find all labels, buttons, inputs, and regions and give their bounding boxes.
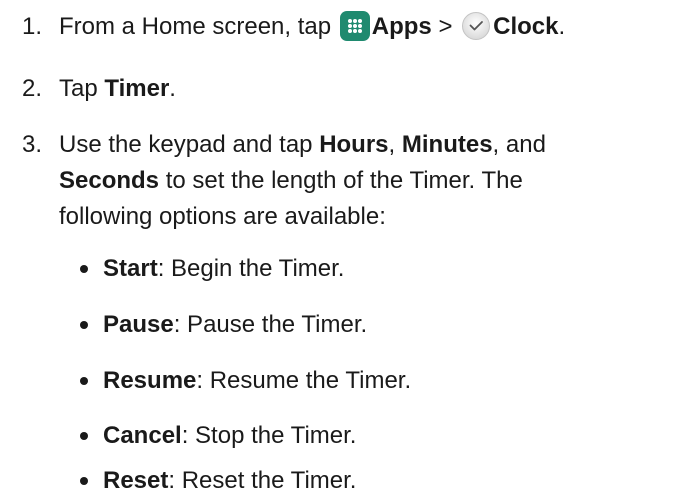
seconds-label: Seconds — [59, 167, 160, 194]
bullet-icon — [80, 321, 88, 329]
step-text: Use the keypad and tap Hours, Minutes, a… — [59, 130, 669, 232]
step-number: 3. — [22, 131, 43, 158]
step-3-line-1-text: Use the keypad and tap — [59, 131, 313, 158]
option-description: : Pause the Timer. — [173, 311, 368, 338]
apps-label: Apps — [371, 13, 432, 40]
clock-label: Clock — [493, 13, 559, 40]
option-label: Cancel — [103, 422, 182, 449]
option-label: Pause — [103, 311, 174, 338]
step-2-suffix: . — [169, 75, 176, 102]
option-description: : Resume the Timer. — [196, 367, 412, 394]
option-text: Start: Begin the Timer. — [103, 254, 344, 284]
timer-label: Timer — [104, 75, 170, 102]
option-label: Reset — [103, 467, 169, 494]
option-label: Start — [103, 255, 158, 282]
step-text: From a Home screen, tap Apps > Clock. — [59, 10, 669, 43]
option-text: Reset: Reset the Timer. — [103, 466, 356, 496]
apps-grid-icon — [339, 10, 370, 41]
minutes-label: Minutes — [401, 131, 493, 158]
list-item: Resume: Resume the Timer. — [0, 366, 679, 396]
list-item: Reset: Reset the Timer. — [0, 466, 679, 496]
option-text: Pause: Pause the Timer. — [103, 310, 367, 340]
list-item: Start: Begin the Timer. — [0, 254, 679, 284]
step-1-prefix: From a Home screen, tap — [59, 13, 332, 40]
step-1-suffix: . — [558, 13, 566, 40]
option-label: Resume — [103, 367, 197, 394]
step-number: 2. — [22, 75, 43, 102]
step-3-line-2-text: to set the length of the Timer. The — [165, 167, 523, 194]
option-description: : Begin the Timer. — [157, 255, 345, 282]
bullet-icon — [80, 432, 88, 440]
option-description: : Reset the Timer. — [168, 467, 357, 494]
bullet-icon — [80, 265, 88, 273]
comma-and: , and — [492, 131, 546, 158]
list-item: Cancel: Stop the Timer. — [0, 421, 679, 451]
option-text: Cancel: Stop the Timer. — [103, 421, 356, 451]
list-item: Pause: Pause the Timer. — [0, 310, 679, 340]
hours-label: Hours — [319, 131, 389, 158]
clock-icon — [461, 11, 491, 41]
step-3-line-2: Seconds to set the length of the Timer. … — [59, 166, 669, 196]
step-text: Tap Timer. — [59, 74, 669, 104]
option-text: Resume: Resume the Timer. — [103, 366, 411, 396]
comma: , — [388, 131, 396, 158]
step-3-line-3: following options are available: — [59, 203, 386, 230]
bullet-icon — [80, 477, 88, 485]
bullet-icon — [80, 377, 88, 385]
step-2-prefix: Tap — [59, 75, 98, 102]
menu-separator: > — [438, 13, 453, 40]
step-number: 1. — [22, 13, 43, 40]
step-3-line-1: Use the keypad and tap Hours, Minutes, a… — [59, 130, 669, 160]
option-description: : Stop the Timer. — [181, 422, 357, 449]
